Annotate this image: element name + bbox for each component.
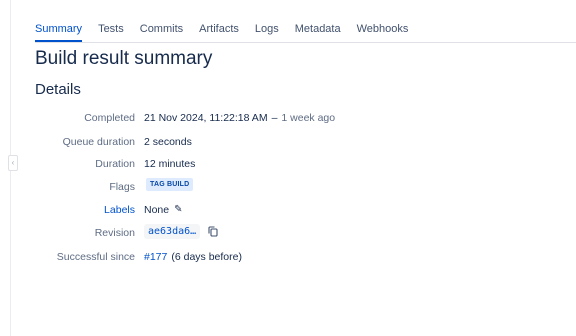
- completed-value-group: 21 Nov 2024, 11:22:18 AM – 1 week ago: [144, 109, 335, 127]
- queue-duration-value: 2 seconds: [144, 136, 192, 148]
- duration-label: Duration: [95, 158, 135, 170]
- completed-label: Completed: [84, 112, 135, 124]
- revision-value-group: ae63da6…: [144, 224, 218, 239]
- flags-label: Flags: [109, 181, 135, 193]
- tab-commits[interactable]: Commits: [140, 18, 183, 40]
- successful-since-note: (6 days before): [171, 251, 242, 263]
- page-title: Build result summary: [35, 48, 213, 69]
- completed-relative: 1 week ago: [281, 112, 336, 124]
- tab-logs[interactable]: Logs: [255, 18, 279, 40]
- successful-since-value-group: #177 (6 days before): [144, 248, 242, 266]
- copy-icon[interactable]: [208, 226, 218, 237]
- detail-row-revision: Revision ae63da6…: [0, 224, 576, 242]
- duration-value: 12 minutes: [144, 158, 196, 170]
- build-result-page: ‹ Summary Tests Commits Artifacts Logs M…: [0, 0, 576, 336]
- detail-row-queue-duration: Queue duration 2 seconds: [0, 133, 576, 151]
- queue-duration-label: Queue duration: [62, 136, 135, 148]
- labels-value: None: [144, 204, 170, 216]
- completed-separator: –: [271, 112, 278, 124]
- tab-tests[interactable]: Tests: [98, 18, 124, 40]
- revision-label: Revision: [94, 227, 135, 239]
- completed-value: 21 Nov 2024, 11:22:18 AM: [144, 112, 268, 124]
- detail-row-duration: Duration 12 minutes: [0, 155, 576, 173]
- build-177-link[interactable]: #177: [144, 248, 167, 266]
- pencil-icon[interactable]: ✎: [174, 205, 182, 215]
- labels-link[interactable]: Labels: [104, 201, 135, 219]
- tab-artifacts[interactable]: Artifacts: [199, 18, 239, 40]
- detail-row-labels: Labels None ✎: [0, 201, 576, 219]
- tab-bar: Summary Tests Commits Artifacts Logs Met…: [35, 18, 576, 43]
- labels-value-group: None ✎: [144, 201, 183, 219]
- successful-since-label: Successful since: [56, 251, 135, 263]
- tab-metadata[interactable]: Metadata: [295, 18, 341, 40]
- section-title-details: Details: [35, 81, 81, 98]
- detail-row-flags: Flags TAG BUILD: [0, 178, 576, 196]
- detail-row-successful-since: Successful since #177 (6 days before): [0, 248, 576, 266]
- tab-webhooks[interactable]: Webhooks: [357, 18, 409, 40]
- detail-row-completed: Completed 21 Nov 2024, 11:22:18 AM – 1 w…: [0, 109, 576, 127]
- flags-value: TAG BUILD: [144, 178, 194, 191]
- tab-summary[interactable]: Summary: [35, 18, 83, 42]
- revision-hash-link[interactable]: ae63da6…: [144, 224, 201, 239]
- tag-build-badge: TAG BUILD: [146, 178, 194, 191]
